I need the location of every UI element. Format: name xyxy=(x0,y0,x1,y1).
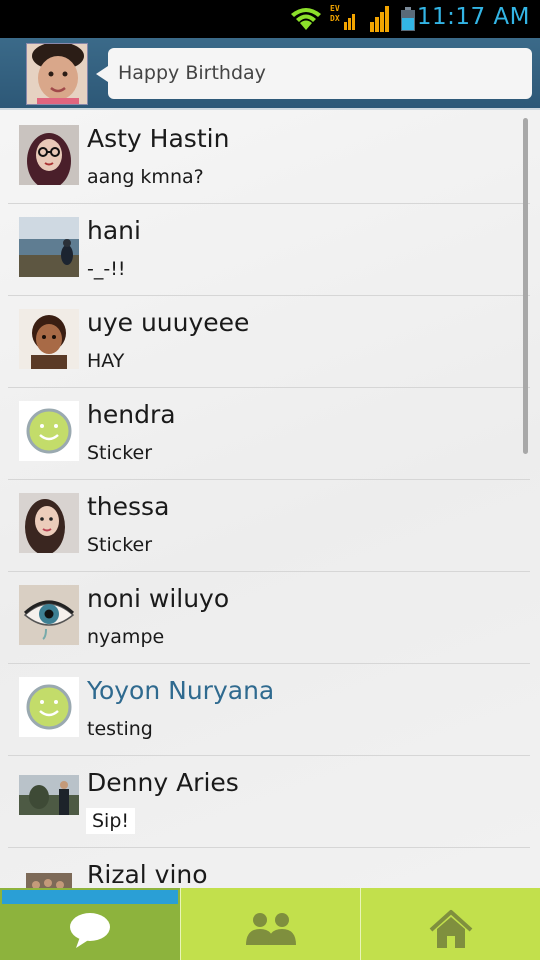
avatar xyxy=(19,309,79,369)
contact-name: hani xyxy=(87,216,141,245)
contact-name: Denny Aries xyxy=(87,768,239,797)
chat-item-thessa[interactable]: thessa Sticker xyxy=(8,480,530,572)
status-bubble-pointer xyxy=(96,66,108,82)
chat-item-rizal-vino[interactable]: Rizal vino xyxy=(8,848,530,888)
tab-home[interactable] xyxy=(361,888,540,960)
system-status-bar: EV DX 11:17 AM xyxy=(0,0,540,38)
profile-status-header: Happy Birthday xyxy=(0,38,540,110)
wifi-icon xyxy=(291,8,321,30)
avatar xyxy=(19,585,79,645)
contact-name: Asty Hastin xyxy=(87,124,230,153)
last-message: HAY xyxy=(87,350,125,372)
last-message: nyampe xyxy=(87,626,165,648)
status-message-bubble[interactable]: Happy Birthday xyxy=(108,48,532,99)
home-icon xyxy=(429,910,473,948)
chat-bubble-icon xyxy=(70,913,110,948)
contact-name: hendra xyxy=(87,400,176,429)
contact-name: noni wiluyo xyxy=(87,584,230,613)
scrollbar[interactable] xyxy=(523,118,528,454)
contact-name: Rizal vino xyxy=(87,860,208,888)
last-message: aang kmna? xyxy=(87,166,204,188)
chat-item-denny-aries[interactable]: Denny Aries Sip! xyxy=(8,756,530,848)
chat-item-asty-hastin[interactable]: Asty Hastin aang kmna? xyxy=(8,112,530,204)
contact-name: thessa xyxy=(87,492,170,521)
avatar xyxy=(26,861,72,888)
tab-chats[interactable] xyxy=(0,888,180,960)
bottom-navigation xyxy=(0,888,540,960)
smiley-icon xyxy=(19,677,79,737)
last-message: Sticker xyxy=(87,442,153,464)
signal-strength-icon-2 xyxy=(370,6,389,32)
last-message: testing xyxy=(87,718,153,740)
avatar xyxy=(19,217,79,277)
chat-item-noni-wiluyo[interactable]: noni wiluyo nyampe xyxy=(8,572,530,664)
battery-icon xyxy=(401,7,415,31)
chat-item-hani[interactable]: hani -_-!! xyxy=(8,204,530,296)
last-message: -_-!! xyxy=(87,258,126,280)
avatar xyxy=(19,769,79,829)
contacts-icon xyxy=(246,913,296,945)
signal-strength-icon xyxy=(344,14,355,30)
tab-contacts[interactable] xyxy=(181,888,361,960)
clock: 11:17 AM xyxy=(416,4,530,30)
avatar xyxy=(19,125,79,185)
contact-name: uye uuuyeee xyxy=(87,308,250,337)
last-message: Sip! xyxy=(86,808,136,834)
chat-item-uye-uuuyeee[interactable]: uye uuuyeee HAY xyxy=(8,296,530,388)
chat-item-hendra[interactable]: hendra Sticker xyxy=(8,388,530,480)
smiley-icon xyxy=(19,401,79,461)
contact-name-unread: Yoyon Nuryana xyxy=(87,676,275,705)
status-message-text: Happy Birthday xyxy=(118,62,266,84)
avatar xyxy=(19,493,79,553)
my-avatar[interactable] xyxy=(26,43,88,105)
last-message: Sticker xyxy=(87,534,153,556)
chat-item-yoyon-nuryana[interactable]: Yoyon Nuryana testing xyxy=(8,664,530,756)
chat-list[interactable]: Asty Hastin aang kmna? hani -_-!! uye uu… xyxy=(0,112,540,888)
